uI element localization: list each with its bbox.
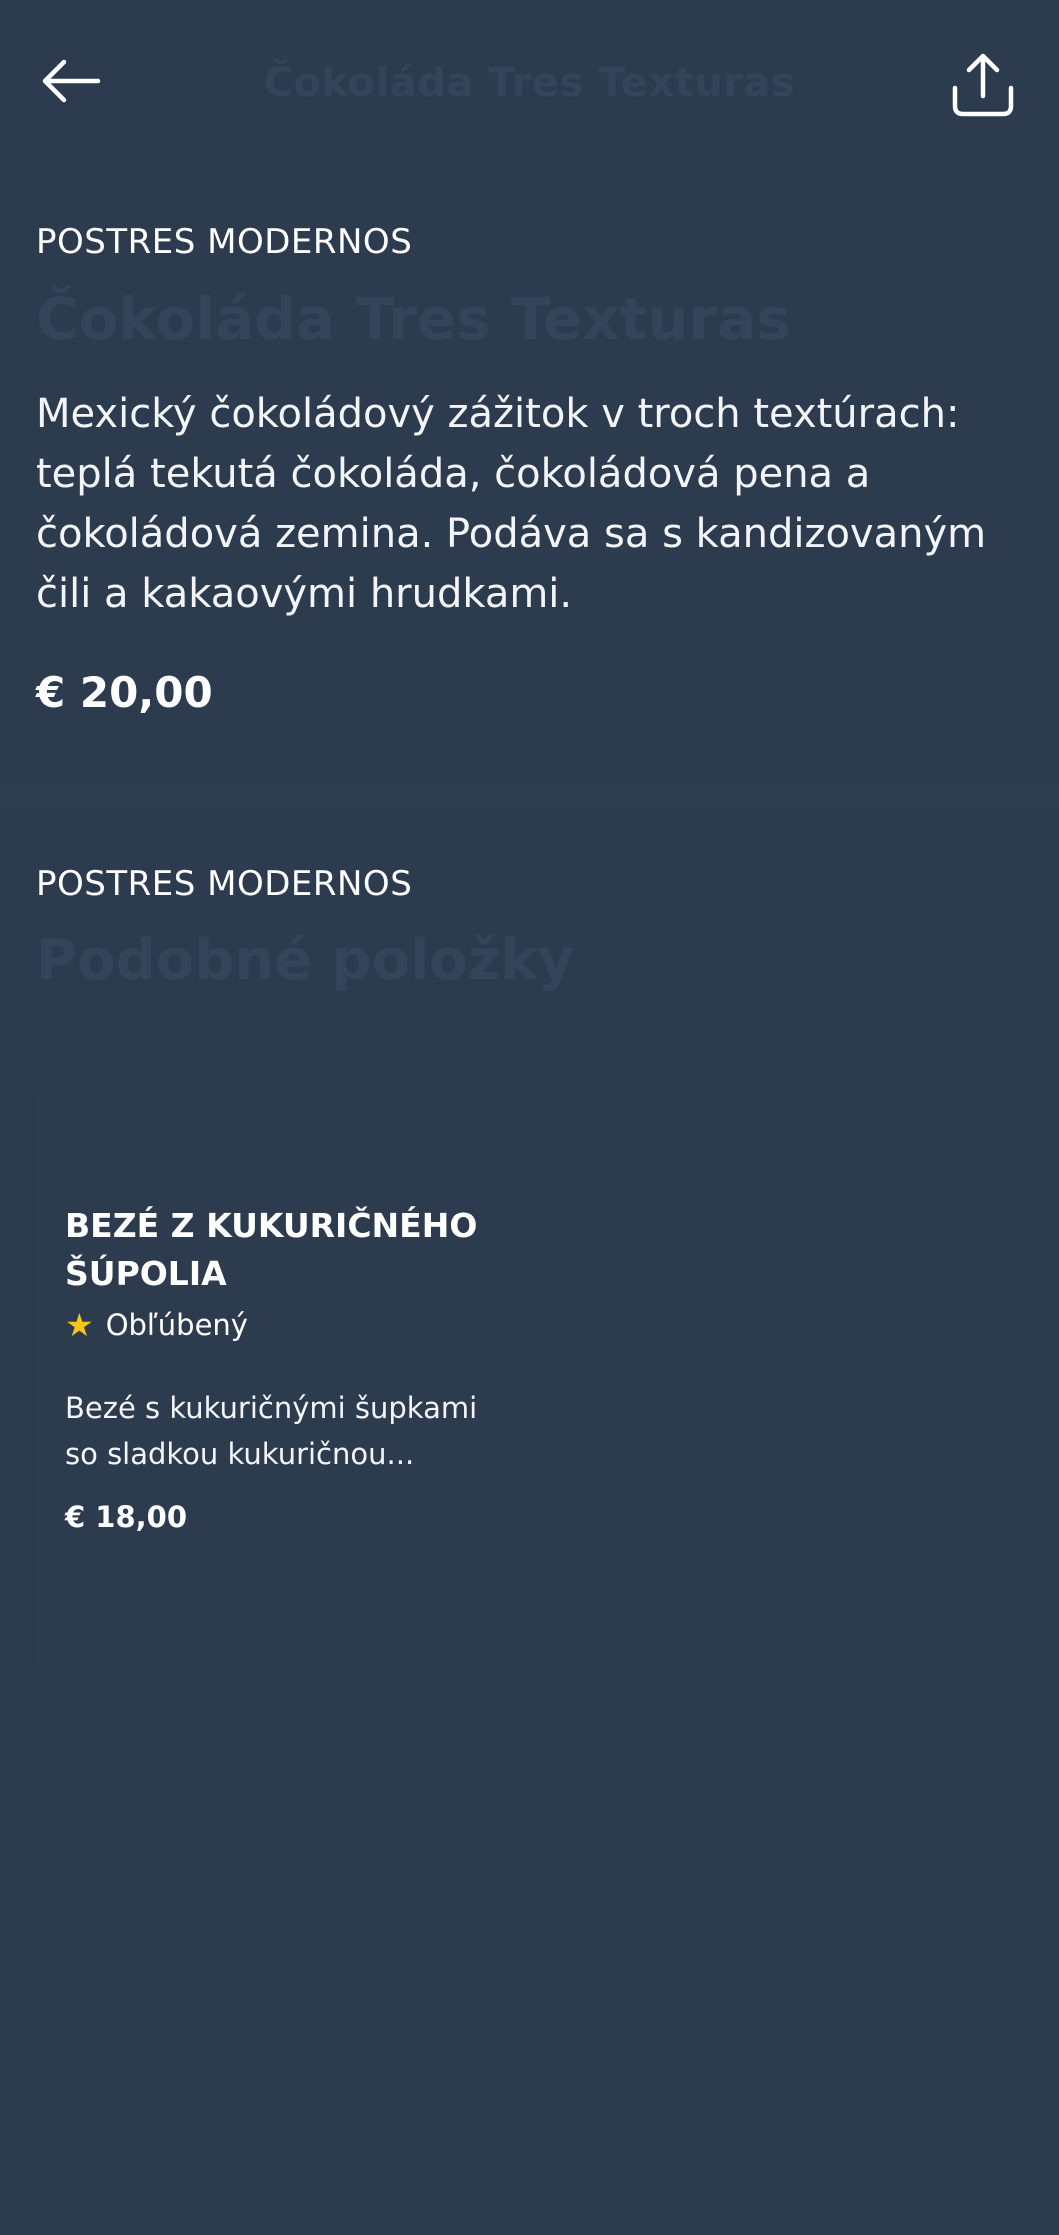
top-bar: Čokoláda Tres Texturas [0, 0, 1059, 170]
share-icon [952, 53, 1014, 117]
item-price: € 18,00 [65, 1500, 188, 1534]
product-category: POSTRES MODERNOS [36, 222, 413, 262]
share-button[interactable] [950, 52, 1016, 118]
star-icon: ★ [65, 1306, 94, 1344]
section-divider [0, 782, 1059, 808]
similar-item-card[interactable]: BEZÉ Z KUKURIČNÉHO ŠÚPOLIA ★ Obľúbený Be… [36, 1095, 506, 1665]
badge-label: Obľúbený [105, 1308, 248, 1342]
similar-items-title: Podobné položky [36, 928, 575, 993]
product-details: POSTRES MODERNOS Čokoláda Tres Texturas … [36, 220, 1026, 717]
header-title: Čokoláda Tres Texturas [263, 60, 796, 106]
item-name: BEZÉ Z KUKURIČNÉHO ŠÚPOLIA [65, 1206, 478, 1293]
product-price: € 20,00 [36, 668, 213, 717]
product-title: Čokoláda Tres Texturas [36, 285, 791, 353]
item-description: Bezé s kukuričnými šupkami so sladkou ku… [65, 1391, 478, 1471]
product-description: Mexický čokoládový zážitok v troch textú… [36, 391, 987, 617]
similar-items-section: POSTRES MODERNOS Podobné položky [36, 862, 1026, 996]
similar-category: POSTRES MODERNOS [36, 864, 413, 904]
popular-badge: ★ Obľúbený [65, 1308, 248, 1342]
